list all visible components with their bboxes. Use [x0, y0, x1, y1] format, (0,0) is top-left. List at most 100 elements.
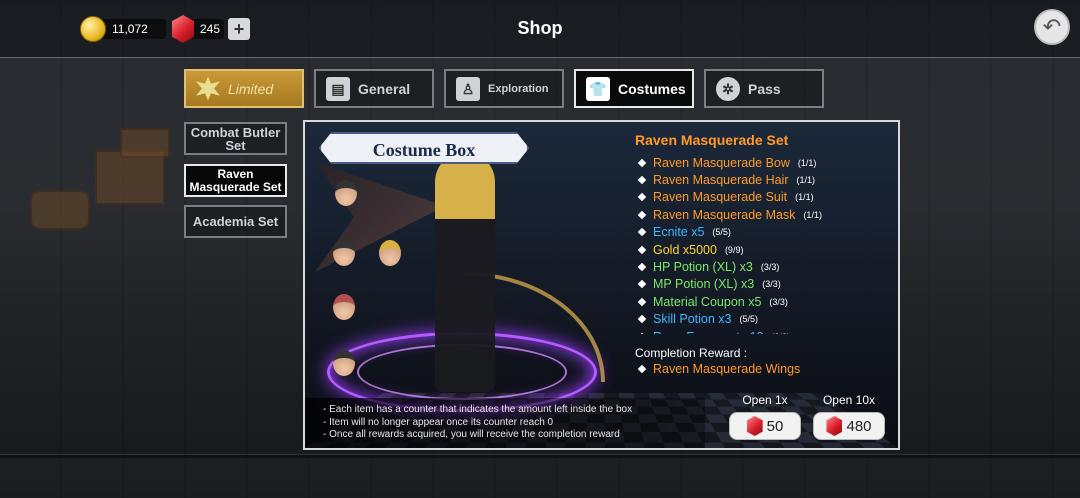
reward-item-name: Raven Masquerade Hair [653, 173, 789, 188]
reward-item-row: Raven Masquerade Bow (1/1) [635, 154, 875, 171]
reward-item-count: (1/1) [797, 157, 817, 168]
npc-face-icon [335, 180, 357, 206]
completion-reward-row: Raven Masquerade Wings [635, 362, 800, 376]
tab-limited[interactable]: Limited [184, 69, 304, 108]
red-gem-icon [746, 416, 763, 436]
chest-icon: ▤ [326, 76, 350, 101]
open-10x-label: Open 10x [822, 393, 876, 407]
open-1x-label: Open 1x [742, 393, 788, 407]
reward-item-name: MP Potion (XL) x3 [653, 277, 755, 292]
bullet-icon [637, 280, 647, 289]
back-button[interactable]: ↶ [1034, 9, 1070, 45]
reward-item-name: Ecnite x5 [653, 225, 705, 240]
top-bar: 11,072 245 + Shop ↶ [0, 0, 1080, 58]
npc-face-icon [333, 240, 355, 266]
bullet-icon [637, 158, 647, 167]
reward-item-row: HP Potion (XL) x3 (3/3) [635, 258, 875, 275]
npc-face-icon [333, 294, 355, 320]
reward-item-name: Raven Masquerade Mask [653, 207, 796, 222]
reward-item-row: Gold x5000 (9/9) [635, 241, 875, 258]
page-title: Shop [517, 18, 563, 38]
reward-item-name: Skill Potion x3 [653, 312, 732, 327]
sidebar-item-combat-butler-set[interactable]: Combat Butler Set [184, 122, 287, 155]
set-title: Raven Masquerade Set [635, 132, 789, 148]
reward-item-row: Ecnite x5 (5/5) [635, 224, 875, 241]
limited-burst-icon [196, 76, 220, 101]
npc-face-icon [379, 240, 401, 266]
sidebar-item-label: Academia Set [192, 214, 279, 229]
bullet-icon [637, 228, 647, 237]
sidebar-item-label: Combat Butler Set [190, 124, 281, 153]
reward-item-row: Raven Masquerade Mask (1/1) [635, 206, 875, 223]
completion-reward-name: Raven Masquerade Wings [653, 362, 801, 376]
reward-item-count: (3/3) [771, 332, 790, 334]
costume-box-banner: Costume Box [319, 132, 529, 164]
tab-pass[interactable]: ✲ Pass [704, 69, 824, 108]
bullet-icon [637, 245, 647, 254]
reward-item-count: (5/5) [739, 314, 759, 325]
sidebar-item-academia-set[interactable]: Academia Set [184, 205, 287, 238]
bullet-icon [637, 332, 647, 334]
sidebar-item-raven-masquerade-set[interactable]: Raven Masquerade Set [184, 164, 287, 197]
sidebar-item-label: Raven Masquerade Set [189, 166, 282, 194]
bg-crate [95, 150, 165, 205]
tab-general[interactable]: ▤ General [314, 69, 434, 108]
tab-label: General [358, 80, 411, 97]
reward-item-row: Material Coupon x5 (3/3) [635, 293, 875, 310]
reward-item-name: Gold x5000 [653, 242, 717, 257]
shirt-icon: 👕 [586, 76, 610, 101]
reward-item-name: HP Potion (XL) x3 [653, 260, 753, 275]
open-10x-price: 480 [846, 417, 872, 435]
tab-exploration[interactable]: ♙ Exploration [444, 69, 564, 108]
reward-item-count: (1/1) [795, 192, 814, 203]
reward-item-row: Rune Fragment x10 (3/3) [635, 328, 875, 334]
open-1x-price: 50 [766, 417, 784, 435]
tab-label: Exploration [488, 82, 549, 95]
tab-label: Limited [228, 80, 274, 97]
note-line: - Once all rewards acquired, you will re… [323, 429, 620, 440]
note-line: - Item will no longer appear once its co… [323, 416, 554, 428]
reward-item-name: Material Coupon x5 [653, 294, 762, 309]
film-reel-icon: ✲ [716, 76, 740, 101]
back-arrow-icon: ↶ [1042, 14, 1062, 39]
bullet-icon [637, 193, 647, 202]
open-10x-button[interactable]: 480 [813, 412, 885, 440]
bullet-icon [637, 175, 647, 185]
bullet-icon [637, 314, 647, 324]
costume-box-panel: Costume Box Raven Masquerade Set Raven M… [303, 120, 900, 450]
reward-item-row: Raven Masquerade Hair (1/1) [635, 171, 875, 188]
reward-item-name: Rune Fragment x10 [653, 330, 763, 334]
tab-costumes[interactable]: 👕 Costumes [574, 69, 694, 108]
reward-item-count: (1/1) [796, 175, 816, 186]
reward-item-count: (3/3) [762, 279, 781, 290]
open-1x-button[interactable]: 50 [729, 412, 801, 440]
tab-label: Costumes [618, 80, 686, 97]
info-note: - Each item has a counter that indicates… [305, 398, 705, 448]
costume-character-preview[interactable] [435, 152, 495, 392]
completion-reward-label: Completion Reward : [635, 346, 748, 360]
bullet-icon [637, 262, 647, 272]
reward-item-count: (3/3) [769, 296, 788, 307]
npc-face-icon [333, 350, 355, 376]
explorer-icon: ♙ [456, 76, 480, 101]
reward-item-row: MP Potion (XL) x3 (3/3) [635, 276, 875, 293]
reward-item-count: (9/9) [724, 244, 744, 255]
tab-label: Pass [748, 80, 781, 97]
reward-item-list[interactable]: Raven Masquerade Bow (1/1) Raven Masquerad… [635, 154, 875, 334]
reward-item-count: (5/5) [712, 227, 731, 238]
bullet-icon [637, 210, 647, 220]
reward-item-count: (3/3) [760, 262, 780, 273]
reward-item-count: (1/1) [803, 209, 822, 220]
bg-crate [120, 128, 170, 158]
gold-coin-icon [80, 16, 106, 42]
bullet-icon [637, 297, 647, 307]
bottom-bar [0, 454, 1080, 498]
bg-barrel [30, 190, 90, 230]
note-line: - Each item has a counter that indicates… [323, 404, 633, 415]
reward-item-name: Raven Masquerade Bow [653, 155, 790, 170]
bullet-icon [637, 364, 647, 374]
reward-item-row: Raven Masquerade Suit (1/1) [635, 189, 875, 206]
reward-item-row: Skill Potion x3 (5/5) [635, 311, 875, 328]
reward-item-name: Raven Masquerade Suit [653, 190, 788, 205]
red-gem-icon [826, 416, 843, 436]
